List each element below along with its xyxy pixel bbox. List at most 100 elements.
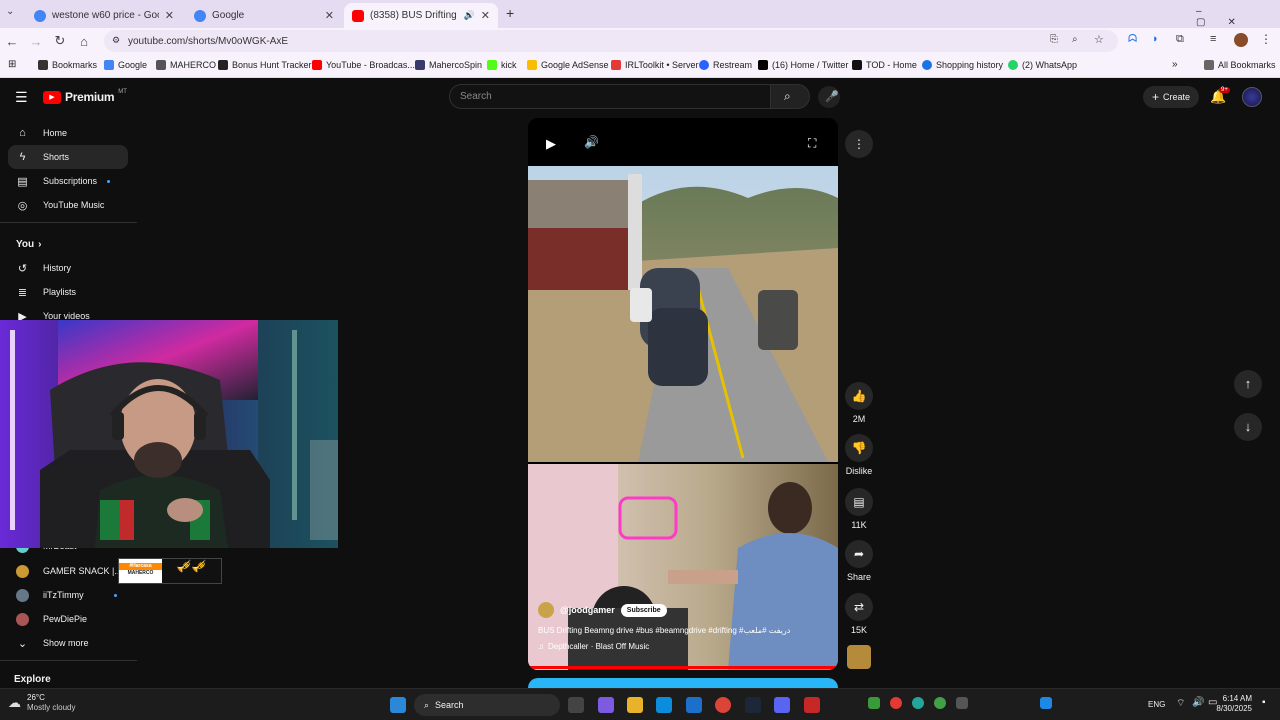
tab-search-button[interactable]: ⌄	[6, 6, 14, 17]
sidebar-item-shorts[interactable]: ϟ Shorts	[8, 145, 128, 169]
sidebar-sub-iitztimmy[interactable]: iiTzTimmy	[8, 583, 128, 607]
tray-icon[interactable]	[956, 697, 968, 709]
bookmark-item[interactable]: MAHERCO	[156, 60, 216, 70]
bookmark-item[interactable]: YouTube - Broadcas...	[312, 60, 415, 70]
shorts-player[interactable]: ▶ 🔊 ⛶ @joodgamer Subscribe BUS Drifting …	[528, 118, 838, 670]
close-icon[interactable]: ✕	[481, 9, 490, 22]
media-icon[interactable]: ≡	[1210, 33, 1216, 45]
short-music[interactable]: ♫ Depthcaller · Blast Off Music	[538, 642, 649, 651]
dislike-button[interactable]: 👎 Dislike	[834, 434, 884, 476]
next-short-preview[interactable]	[528, 678, 838, 688]
share-button[interactable]: ➦ Share	[834, 540, 884, 582]
edge-icon[interactable]	[656, 697, 672, 713]
new-tab-button[interactable]: +	[506, 5, 514, 21]
bookmark-item[interactable]: MahercoSpin	[415, 60, 482, 70]
language-indicator[interactable]: ENG	[1148, 700, 1165, 709]
puzzle-icon[interactable]: ⧉	[1176, 33, 1184, 46]
window-controls[interactable]: –▢✕	[1196, 6, 1280, 28]
bluetooth-icon[interactable]	[1040, 697, 1052, 709]
like-button[interactable]: 👍 2M	[834, 382, 884, 424]
speaker-icon[interactable]: 🔊	[464, 10, 475, 21]
sidebar-item-youtube-music[interactable]: ◎ YouTube Music	[8, 193, 128, 217]
show-more-button[interactable]: ⌄ Show more	[8, 631, 128, 655]
search-input[interactable]: Search	[449, 84, 771, 109]
close-icon[interactable]: ✕	[165, 9, 174, 22]
volume-icon[interactable]: 🔊	[584, 135, 599, 149]
url-bar[interactable]: ⚙ youtube.com/shorts/Mv0oWGK-AxE ⎘ ⌕ ☆	[104, 30, 1118, 52]
tab-westone[interactable]: westone w60 price - Google Se ✕	[26, 3, 182, 28]
channel-avatar[interactable]	[538, 602, 554, 618]
zoom-icon[interactable]: ⌕	[1072, 34, 1078, 45]
play-icon[interactable]: ▶	[546, 136, 556, 152]
tray-icon[interactable]	[890, 697, 902, 709]
clock[interactable]: 6:14 AM 8/30/2025	[1212, 694, 1252, 714]
tray-icon[interactable]	[868, 697, 880, 709]
chrome-icon[interactable]	[715, 697, 731, 713]
search-button[interactable]: ⌕	[770, 84, 810, 109]
comments-button[interactable]: ▤ 11K	[834, 488, 884, 530]
bookmark-item[interactable]: Bookmarks	[38, 60, 97, 70]
chevron-right-icon[interactable]: »	[1172, 59, 1178, 70]
sidebar-you-header[interactable]: You ›	[8, 232, 128, 256]
avatar[interactable]	[1234, 33, 1248, 47]
more-options-button[interactable]: ⋮	[834, 130, 884, 162]
sidebar-item-home[interactable]: ⌂ Home	[8, 121, 128, 145]
bookmark-item[interactable]: Google	[104, 60, 147, 70]
store-icon[interactable]	[686, 697, 702, 713]
remix-button[interactable]: ⇄ 15K	[834, 593, 884, 635]
bookmark-item[interactable]: Google AdSense	[527, 60, 609, 70]
star-icon[interactable]: ☆	[1094, 33, 1104, 46]
discord-icon[interactable]	[774, 697, 790, 713]
voice-search-button[interactable]: 🎤	[818, 86, 840, 108]
bookmark-item[interactable]: Bonus Hunt Tracker	[218, 60, 312, 70]
sidebar-sub-pewdiepie[interactable]: PewDiePie	[8, 607, 128, 631]
apps-icon[interactable]: ⊞	[8, 59, 16, 70]
site-info-icon[interactable]: ⚙	[112, 35, 120, 46]
sidebar-item-playlists[interactable]: ≣ Playlists	[8, 280, 128, 304]
subscribe-button[interactable]: Subscribe	[620, 603, 667, 617]
short-title[interactable]: BUS Drifting Beamng drive #bus #beamngdr…	[538, 626, 828, 635]
bookmark-item[interactable]: kick	[487, 60, 517, 70]
tab-youtube-short[interactable]: (8358) BUS Drifting Beamng 🔊 ✕	[344, 3, 498, 28]
notification-center-icon[interactable]: ▪	[1262, 697, 1266, 708]
taskbar-search[interactable]: ⌕ Search	[414, 694, 560, 716]
bookmark-item[interactable]: IRLToolkit • Server	[611, 60, 699, 70]
weather-widget[interactable]: ☁ 26°C Mostly cloudy	[8, 693, 75, 713]
menu-icon[interactable]: ⋮	[1260, 32, 1272, 46]
bookmark-item[interactable]: TOD - Home	[852, 60, 917, 70]
tab-google[interactable]: Google ✕	[186, 3, 342, 28]
extension-icon[interactable]: ᗣ	[1128, 33, 1137, 46]
extension-icon[interactable]: ◗	[1152, 33, 1159, 45]
youtube-logo[interactable]: ▶ Premium MT	[43, 89, 127, 104]
fullscreen-icon[interactable]: ⛶	[808, 136, 816, 151]
tray-icon[interactable]	[934, 697, 946, 709]
avatar[interactable]	[1242, 87, 1262, 107]
windows-start-icon[interactable]	[390, 697, 406, 713]
audio-thumbnail[interactable]	[847, 645, 871, 669]
install-icon[interactable]: ⎘	[1050, 34, 1058, 45]
all-bookmarks[interactable]: All Bookmarks	[1204, 60, 1276, 70]
app-icon[interactable]	[804, 697, 820, 713]
speaker-icon[interactable]: 🔊	[1192, 697, 1204, 708]
hamburger-icon[interactable]: ☰	[15, 89, 28, 106]
reload-icon[interactable]: ↻	[48, 33, 72, 49]
forward-icon[interactable]: →	[24, 34, 48, 49]
back-icon[interactable]: ←	[0, 34, 24, 49]
bookmark-item[interactable]: Restream	[699, 60, 752, 70]
tray-icon[interactable]	[912, 697, 924, 709]
bookmark-item[interactable]: (16) Home / Twitter	[758, 60, 848, 70]
sidebar-item-subscriptions[interactable]: ▤ Subscriptions	[8, 169, 128, 193]
wifi-icon[interactable]: ⌔	[1176, 697, 1185, 710]
file-explorer-icon[interactable]	[627, 697, 643, 713]
home-icon[interactable]: ⌂	[72, 34, 96, 49]
copilot-icon[interactable]	[598, 697, 614, 713]
task-view-icon[interactable]	[568, 697, 584, 713]
bookmark-item[interactable]: Shopping history	[922, 60, 1003, 70]
create-button[interactable]: + Create	[1143, 86, 1199, 108]
close-icon[interactable]: ✕	[325, 9, 334, 22]
sidebar-item-history[interactable]: ↺ History	[8, 256, 128, 280]
sidebar-sub-gamer-snack[interactable]: GAMER SNACK |...	[8, 559, 128, 583]
bookmark-item[interactable]: (2) WhatsApp	[1008, 60, 1077, 70]
previous-short-button[interactable]: ↑	[1234, 370, 1262, 398]
next-short-button[interactable]: ↓	[1234, 413, 1262, 441]
